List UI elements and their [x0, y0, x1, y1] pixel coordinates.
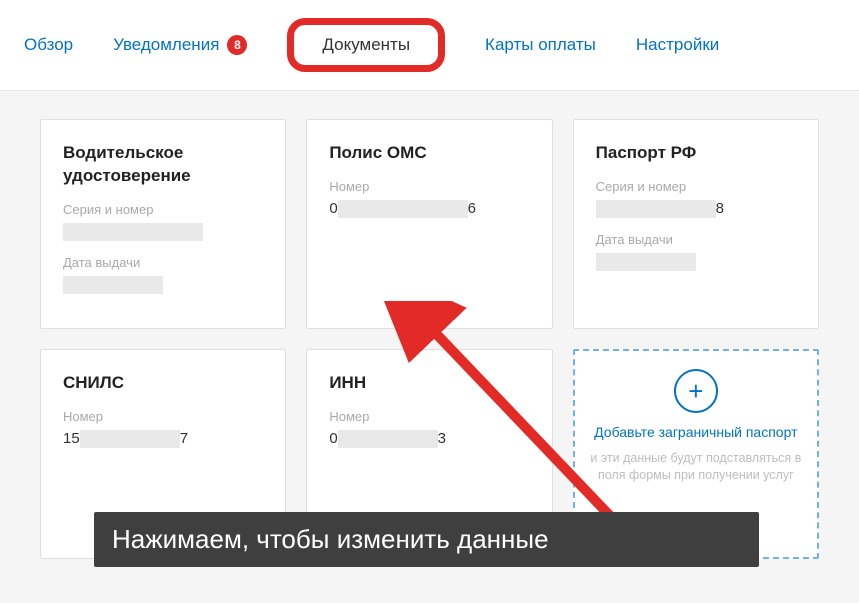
redacted-band	[80, 430, 180, 448]
card-title: Паспорт РФ	[596, 142, 796, 165]
plus-glyph: +	[688, 378, 703, 404]
field-label: Номер	[329, 179, 529, 194]
number-end: 3	[438, 430, 446, 447]
field-label: Номер	[63, 409, 263, 424]
card-oms[interactable]: Полис ОМС Номер 0 6	[306, 119, 552, 329]
number-start: 0	[329, 430, 337, 447]
field-label: Серия и номер	[63, 202, 263, 217]
redacted-band	[596, 253, 696, 271]
tab-documents-label: Документы	[322, 35, 410, 55]
content-area: Водительское удостоверение Серия и номер…	[0, 91, 859, 603]
redacted-band	[63, 223, 203, 241]
tab-overview[interactable]: Обзор	[24, 35, 73, 55]
notifications-badge: 8	[227, 35, 247, 55]
redacted-band	[596, 200, 716, 218]
field-issue-date: Дата выдачи	[596, 232, 796, 271]
card-title: Водительское удостоверение	[63, 142, 263, 188]
field-label: Дата выдачи	[596, 232, 796, 247]
field-number: Номер 0 6	[329, 179, 529, 218]
field-label: Серия и номер	[596, 179, 796, 194]
card-passport-rf[interactable]: Паспорт РФ Серия и номер 8 Дата выдачи	[573, 119, 819, 329]
tab-bar: Обзор Уведомления 8 Документы Карты опла…	[0, 0, 859, 91]
number-end: 7	[180, 430, 188, 447]
number-end: 8	[716, 200, 724, 217]
card-driver-license[interactable]: Водительское удостоверение Серия и номер…	[40, 119, 286, 329]
field-value	[63, 276, 263, 294]
field-number: Номер 15 7	[63, 409, 263, 448]
card-title: ИНН	[329, 372, 529, 395]
field-label: Дата выдачи	[63, 255, 263, 270]
field-issue-date: Дата выдачи	[63, 255, 263, 294]
redacted-band	[338, 200, 468, 218]
number-end: 6	[468, 200, 476, 217]
add-foreign-passport-link: Добавьте заграничный паспорт	[594, 423, 797, 442]
field-series: Серия и номер	[63, 202, 263, 241]
add-foreign-passport-desc: и эти данные будут подставляться в поля …	[589, 450, 803, 484]
number-start: 15	[63, 430, 80, 447]
field-value: 8	[596, 200, 796, 218]
field-number: Номер 0 3	[329, 409, 529, 448]
cards-grid: Водительское удостоверение Серия и номер…	[40, 119, 819, 559]
field-series: Серия и номер 8	[596, 179, 796, 218]
card-title: СНИЛС	[63, 372, 263, 395]
field-value: 15 7	[63, 430, 263, 448]
field-label: Номер	[329, 409, 529, 424]
field-value	[596, 253, 796, 271]
redacted-band	[63, 276, 163, 294]
field-value	[63, 223, 263, 241]
number-start: 0	[329, 200, 337, 217]
annotation-caption: Нажимаем, чтобы изменить данные	[94, 512, 759, 567]
card-title: Полис ОМС	[329, 142, 529, 165]
field-value: 0 3	[329, 430, 529, 448]
tab-payment-cards[interactable]: Карты оплаты	[485, 35, 596, 55]
tab-documents-highlight[interactable]: Документы	[287, 18, 445, 72]
tab-notifications[interactable]: Уведомления 8	[113, 35, 247, 55]
field-value: 0 6	[329, 200, 529, 218]
tab-notifications-label: Уведомления	[113, 35, 219, 55]
tab-settings[interactable]: Настройки	[636, 35, 719, 55]
redacted-band	[338, 430, 438, 448]
add-icon: +	[674, 369, 718, 413]
